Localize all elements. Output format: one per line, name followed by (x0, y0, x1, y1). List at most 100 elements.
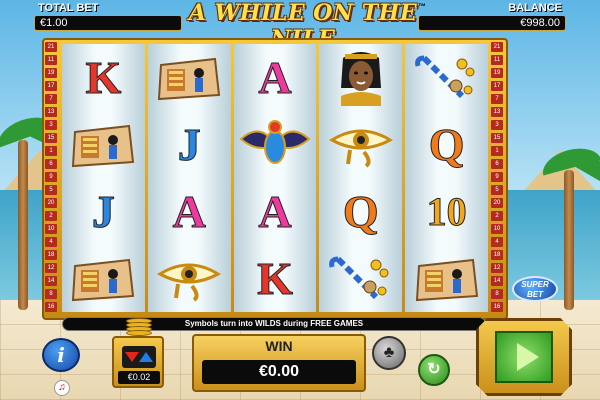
payline-right-15: 15 (491, 133, 503, 143)
payline-left-8: 8 (45, 289, 57, 299)
win-label: WIN (265, 338, 293, 354)
symbol-k: K (257, 252, 294, 304)
payline-right-9: 9 (491, 172, 503, 182)
payline-left-16: 16 (45, 302, 57, 312)
payline-left-11: 11 (45, 55, 57, 65)
symbol-q: Q (428, 118, 465, 170)
payline-indicators-left: 21 11 19 17 7 13 3 15 1 6 9 5 20 2 10 4 18 12 14 8 16 (45, 42, 59, 312)
cleopatra-icon (331, 48, 391, 108)
reel-1-cell-2 (62, 111, 145, 178)
total-bet-panel: TOTAL BET €1.00 (34, 2, 182, 31)
reel-2-cell-4 (148, 245, 231, 312)
eye-of-horus-icon (156, 256, 222, 302)
reel-1-cell-4 (62, 245, 145, 312)
payline-left-9: 9 (45, 172, 57, 182)
stake-decrease-icon[interactable] (125, 352, 139, 362)
payline-left-13: 13 (45, 107, 57, 117)
pharaoh-tablet-icon (69, 120, 137, 170)
payline-left-7: 7 (45, 94, 57, 104)
reel-3: AAK (233, 44, 317, 312)
reel-4-cell-3: Q (319, 178, 402, 245)
payline-right-21: 21 (491, 42, 503, 52)
reel-5-cell-2: Q (405, 111, 488, 178)
superbet-label-bottom: BET (527, 290, 543, 299)
reels-area[interactable]: K J J A A A K Q Q 10 (62, 44, 488, 312)
reel-3-cell-4: K (234, 245, 317, 312)
payline-right-6: 6 (491, 159, 503, 169)
reel-4-cell-2 (319, 111, 402, 178)
payline-right-17: 17 (491, 81, 503, 91)
payline-right-11: 11 (491, 55, 503, 65)
symbol-a: A (258, 51, 292, 103)
eye-of-horus-icon (328, 122, 394, 168)
payline-right-3: 3 (491, 120, 503, 130)
payline-left-5: 5 (45, 185, 57, 195)
stake-increase-icon[interactable] (139, 352, 153, 362)
info-button[interactable]: i (42, 338, 80, 372)
symbol-j: J (91, 185, 115, 237)
payline-left-1: 1 (45, 146, 57, 156)
payline-right-8: 8 (491, 289, 503, 299)
pharaoh-tablet-icon (413, 254, 481, 304)
payline-left-4: 4 (45, 237, 57, 247)
reel-5-cell-3: 10 (405, 178, 488, 245)
payline-left-6: 6 (45, 159, 57, 169)
play-arrow-icon (517, 343, 539, 371)
spin-button-face (495, 331, 553, 383)
symbol-a: A (258, 185, 292, 237)
win-panel: WIN €0.00 (192, 334, 366, 392)
replay-button[interactable]: ↻ (418, 354, 450, 386)
payline-left-14: 14 (45, 276, 57, 286)
balance-panel: BALANCE €998.00 (418, 2, 566, 31)
payline-right-16: 16 (491, 302, 503, 312)
payline-right-10: 10 (491, 224, 503, 234)
payline-right-4: 4 (491, 237, 503, 247)
stake-selector: €0.02 (112, 336, 164, 388)
reel-5-cell-1 (405, 44, 488, 111)
symbol-q: Q (342, 185, 379, 237)
reel-4-cell-1 (319, 44, 402, 111)
balance-value: €998.00 (418, 15, 566, 31)
payline-right-18: 18 (491, 250, 503, 260)
reel-2-cell-1 (148, 44, 231, 111)
pharaoh-tablet-icon (155, 53, 223, 103)
payline-left-18: 18 (45, 250, 57, 260)
reel-3-cell-2 (234, 111, 317, 178)
payline-left-15: 15 (45, 133, 57, 143)
payline-right-7: 7 (491, 94, 503, 104)
symbol-j: J (177, 118, 201, 170)
payline-left-20: 20 (45, 198, 57, 208)
payline-right-19: 19 (491, 68, 503, 78)
cane-coins-icon (414, 50, 480, 106)
reel-3-cell-3: A (234, 178, 317, 245)
symbol-k: K (85, 51, 122, 103)
stake-value: €0.02 (118, 371, 160, 384)
payline-left-19: 19 (45, 68, 57, 78)
payline-left-17: 17 (45, 81, 57, 91)
reel-2-cell-2: J (148, 111, 231, 178)
payline-left-12: 12 (45, 263, 57, 273)
autoplay-button[interactable]: ♣ (372, 336, 406, 370)
superbet-button[interactable]: SUPER BET (512, 276, 558, 302)
stake-arrows (122, 346, 156, 368)
reel-5-cell-4 (405, 245, 488, 312)
symbol-a: A (172, 185, 206, 237)
total-bet-value: €1.00 (34, 15, 182, 31)
payline-right-5: 5 (491, 185, 503, 195)
reel-1-cell-1: K (62, 44, 145, 111)
payline-right-2: 2 (491, 211, 503, 221)
payline-left-10: 10 (45, 224, 57, 234)
payline-left-21: 21 (45, 42, 57, 52)
reel-1: KJ (62, 44, 145, 312)
sound-icon[interactable]: ♫ (54, 380, 70, 396)
coin-stack-icon (126, 318, 152, 336)
cane-coins-icon (328, 251, 394, 307)
reel-3-cell-1: A (234, 44, 317, 111)
spin-button[interactable] (476, 318, 572, 396)
symbol-10: 10 (426, 188, 467, 234)
reel-1-cell-3: J (62, 178, 145, 245)
reel-2: JA (147, 44, 231, 312)
reel-2-cell-3: A (148, 178, 231, 245)
payline-right-20: 20 (491, 198, 503, 208)
top-bar: TOTAL BET €1.00 A WHILE ON THE NILE ™ BA… (0, 0, 600, 52)
